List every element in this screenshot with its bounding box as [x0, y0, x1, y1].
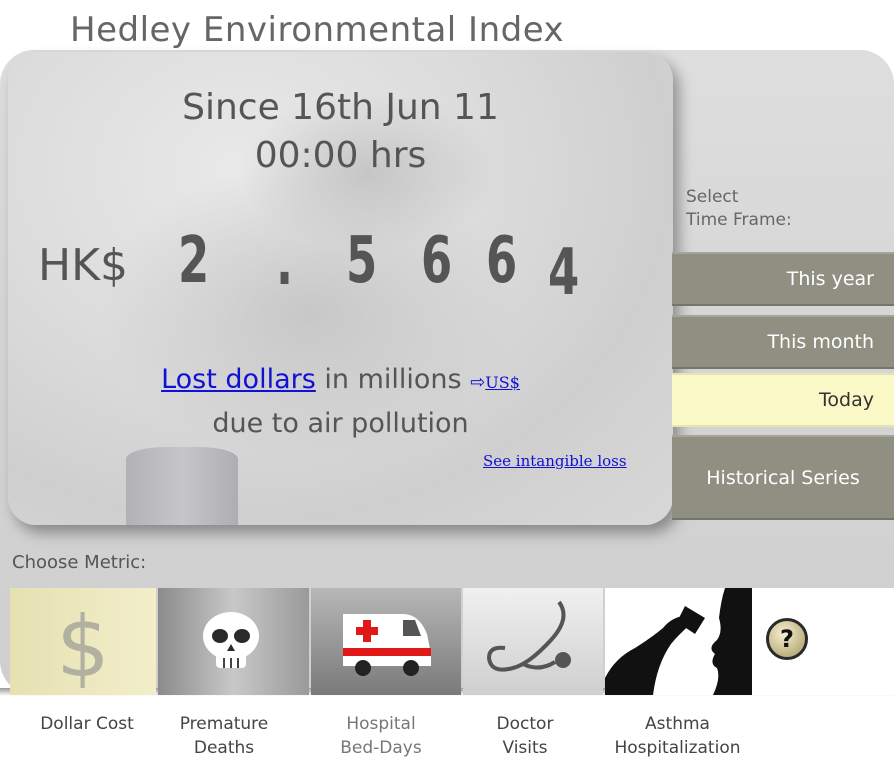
- metric-label-line: Doctor: [496, 714, 554, 734]
- choose-metric-label: Choose Metric:: [12, 552, 147, 573]
- time-frame-label-line1: Select: [686, 187, 739, 207]
- metric-label-line: Hospital: [346, 714, 416, 734]
- metric-help[interactable]: ?: [752, 588, 894, 695]
- arrow-right-icon[interactable]: ⇨: [470, 372, 485, 393]
- metric-label-line: Asthma: [645, 714, 710, 734]
- lost-dollars-text: in millions: [324, 364, 462, 395]
- metric-label-premature-deaths: Premature Deaths: [163, 712, 285, 760]
- time-frame-label-line2: Time Frame:: [686, 210, 792, 230]
- metric-label-line: Premature: [179, 714, 269, 734]
- metric-label-line: Bed-Days: [340, 738, 422, 758]
- lost-dollars-link[interactable]: Lost dollars: [161, 364, 316, 395]
- metric-label-line: Deaths: [193, 738, 255, 758]
- counter-panel: Since 16th Jun 11 00:00 hrs HK$ 2 . 5 6 …: [8, 52, 673, 525]
- metric-label-line: Visits: [502, 738, 548, 758]
- metric-label-line: Dollar Cost: [40, 714, 134, 734]
- chimney-image: [126, 447, 238, 525]
- metric-asthma-hospitalization[interactable]: [605, 588, 752, 695]
- counter-digit: 6: [421, 224, 453, 298]
- since-date-line: Since 16th Jun 11: [182, 87, 499, 128]
- time-frame-this-month[interactable]: This month: [672, 315, 894, 369]
- time-frame-today[interactable]: Today: [672, 373, 894, 427]
- since-date: Since 16th Jun 11 00:00 hrs: [8, 84, 673, 180]
- lost-dollars-line: Lost dollars in millions ⇨US$: [8, 364, 673, 395]
- counter-digit: 2: [178, 224, 210, 298]
- dollar-sign-icon: $: [56, 598, 109, 695]
- counter-digit: 6: [486, 224, 518, 298]
- currency-label: HK$: [38, 240, 128, 291]
- ambulance-icon: [343, 614, 431, 676]
- metric-label-doctor-visits: Doctor Visits: [470, 712, 580, 760]
- inhaler-icon: [605, 588, 752, 695]
- intangible-loss-link[interactable]: See intangible loss: [483, 452, 627, 470]
- page-title: Hedley Environmental Index: [70, 10, 565, 50]
- svg-text:$: $: [56, 598, 109, 695]
- due-text: due to air pollution: [212, 408, 469, 439]
- metric-label-hospital-bed-days: Hospital Bed-Days: [326, 712, 436, 760]
- metric-selector: $ ?: [10, 588, 894, 695]
- usd-link[interactable]: US$: [485, 373, 520, 392]
- metric-label-asthma-hospitalization: Asthma Hospitalization: [590, 712, 765, 760]
- skull-icon: [203, 612, 259, 668]
- metric-doctor-visits[interactable]: [463, 588, 603, 695]
- since-time-line: 00:00 hrs: [254, 135, 427, 176]
- counter-digit: 5: [346, 224, 378, 298]
- time-frame-label: Select Time Frame:: [686, 186, 792, 232]
- metric-label-line: Hospitalization: [614, 738, 741, 758]
- help-icon[interactable]: ?: [766, 618, 808, 660]
- counter-digit: 4: [548, 236, 580, 310]
- metric-premature-deaths[interactable]: [158, 588, 309, 695]
- time-frame-historical-series[interactable]: Historical Series: [672, 435, 894, 520]
- stethoscope-icon: [486, 600, 571, 672]
- metric-label-dollar-cost: Dollar Cost: [25, 712, 149, 736]
- time-frame-this-year[interactable]: This year: [672, 252, 894, 306]
- metric-dollar-cost[interactable]: $: [10, 588, 156, 695]
- metric-hospital-bed-days[interactable]: [311, 588, 461, 695]
- counter-decimal-point: .: [276, 226, 294, 300]
